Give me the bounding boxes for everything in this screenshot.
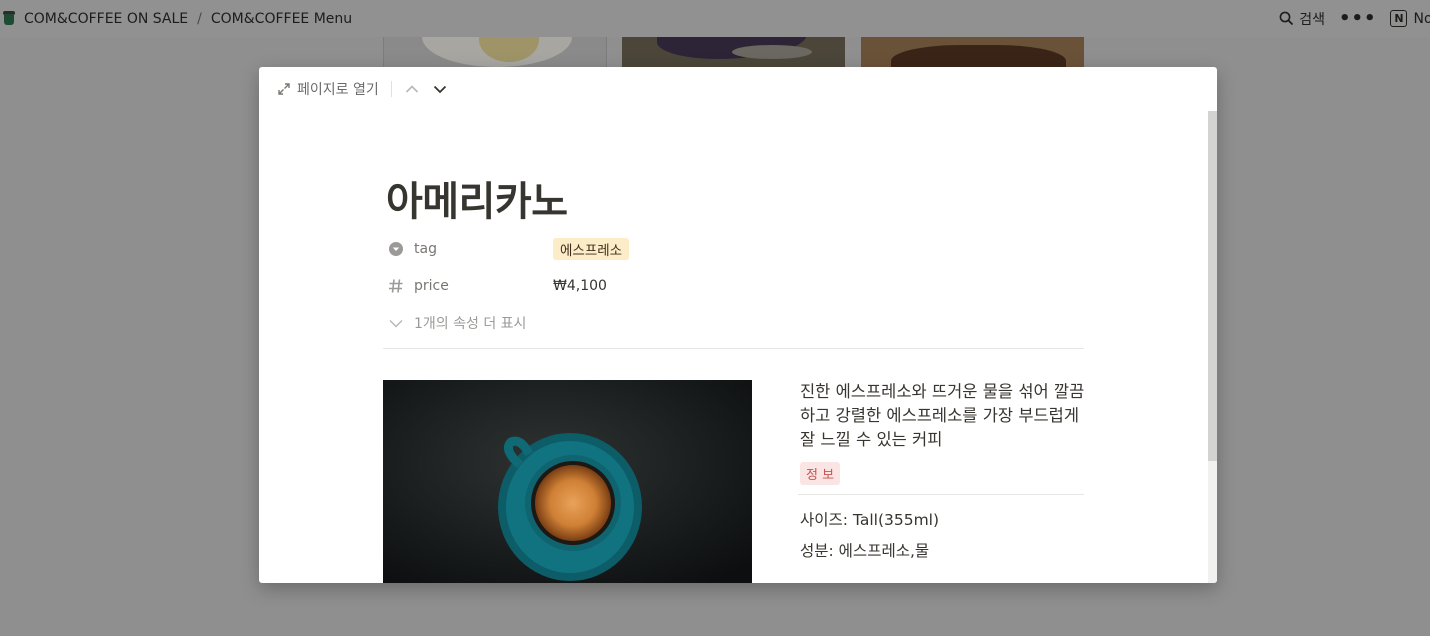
- notion-logo-icon: N: [1390, 10, 1408, 27]
- notion-button[interactable]: N Not: [1390, 10, 1430, 27]
- page-title[interactable]: 아메리카노: [386, 169, 568, 227]
- property-name-price: price: [414, 278, 449, 294]
- americano-image[interactable]: [383, 380, 752, 583]
- toolbar-divider: [390, 81, 392, 97]
- info-chip[interactable]: 정 보: [800, 462, 841, 485]
- previous-page-chevron-up-icon[interactable]: [404, 81, 420, 97]
- tag-chip[interactable]: 에스프레소: [553, 238, 630, 260]
- dropdown-circle-icon: [389, 242, 403, 256]
- modal-toolbar: 페이지로 열기: [259, 67, 1217, 111]
- search-label: 검색: [1299, 11, 1325, 28]
- menu-description[interactable]: 진한 에스프레소와 뜨거운 물을 섞어 깔끔하고 강렬한 에스프레소를 가장 부…: [800, 380, 1090, 452]
- breadcrumb-separator: /: [197, 10, 202, 27]
- expand-icon: [278, 83, 290, 95]
- property-name-tag: tag: [414, 241, 437, 257]
- gallery-card-blueberry-cake: [622, 37, 845, 67]
- property-row-tag[interactable]: tag 에스프레소: [388, 237, 630, 261]
- show-more-properties-button[interactable]: 1개의 속성 더 표시: [388, 311, 526, 335]
- property-row-price[interactable]: price ₩4,100: [388, 274, 607, 298]
- top-bar: COM&COFFEE ON SALE / COM&COFFEE Menu 검색 …: [0, 0, 1430, 37]
- properties-divider: [383, 348, 1084, 349]
- coffee-cup-icon: [3, 11, 15, 26]
- coffee-cup-photo: [383, 380, 752, 583]
- info-divider: [798, 494, 1084, 495]
- gallery-card-chocolate-cake: [861, 37, 1084, 67]
- notion-label: Not: [1413, 10, 1430, 27]
- open-as-page-label: 페이지로 열기: [297, 82, 379, 98]
- scrollbar-thumb[interactable]: [1208, 111, 1217, 461]
- show-more-properties-label: 1개의 속성 더 표시: [414, 316, 527, 332]
- more-options-icon[interactable]: •••: [1339, 8, 1377, 29]
- search-button[interactable]: 검색: [1279, 9, 1325, 29]
- chevron-down-icon: [389, 319, 403, 328]
- search-icon: [1279, 11, 1294, 26]
- breadcrumb-item-menu[interactable]: COM&COFFEE Menu: [211, 11, 352, 27]
- size-spec[interactable]: 사이즈: Tall(355ml): [800, 508, 939, 530]
- open-as-page-button[interactable]: 페이지로 열기: [277, 79, 379, 99]
- page-peek-modal: 페이지로 열기 아메리카노 tag 에스프레소 price ₩4,100 1개의…: [259, 67, 1217, 583]
- price-value[interactable]: ₩4,100: [553, 278, 607, 294]
- next-page-chevron-down-icon[interactable]: [432, 81, 448, 97]
- breadcrumb-item-on-sale[interactable]: COM&COFFEE ON SALE: [24, 11, 188, 27]
- topbar-actions: 검색 ••• N Not: [1279, 0, 1430, 37]
- hash-icon: [389, 279, 403, 293]
- ingredients-spec[interactable]: 성분: 에스프레소,물: [800, 539, 929, 561]
- gallery-card-tea: [383, 37, 607, 67]
